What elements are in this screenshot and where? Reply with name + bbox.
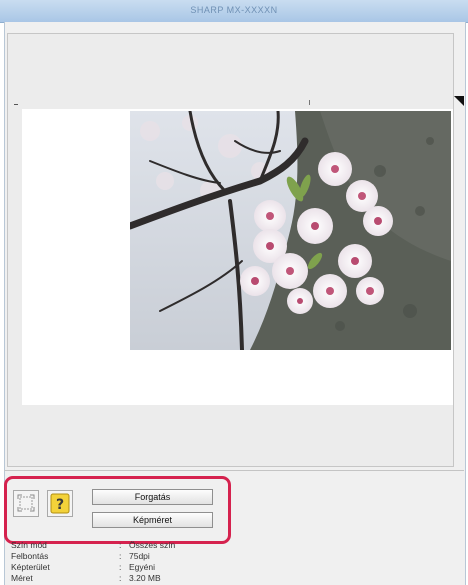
title-bar: SHARP MX-XXXXN [0, 0, 468, 23]
crop-button[interactable] [13, 490, 39, 517]
info-separator: : [119, 573, 122, 583]
window-title: SHARP MX-XXXXN [190, 5, 278, 15]
info-value: 3.20 MB [129, 573, 161, 583]
info-separator: : [119, 551, 122, 561]
info-row-image-area: Képterület : Egyéni [11, 562, 211, 573]
ruler-tick [309, 100, 310, 105]
resize-handle-icon[interactable] [454, 96, 464, 106]
info-value: 75dpi [129, 551, 150, 561]
info-label: Méret [11, 573, 33, 583]
info-row-color-mode: Szín mód : Összes szín [11, 540, 211, 551]
help-icon: ? [50, 493, 70, 514]
help-button[interactable]: ? [47, 490, 73, 517]
preview-image[interactable] [130, 111, 451, 350]
highlighted-controls: ? Forgatás Képméret [4, 476, 231, 544]
info-label: Szín mód [11, 540, 47, 550]
info-row-resolution: Felbontás : 75dpi [11, 551, 211, 562]
info-label: Képterület [11, 562, 50, 572]
svg-text:?: ? [56, 497, 64, 513]
image-size-button[interactable]: Képméret [92, 512, 213, 528]
crop-icon [17, 494, 35, 512]
info-separator: : [119, 562, 122, 572]
info-separator: : [119, 540, 122, 550]
info-label: Felbontás [11, 551, 49, 561]
divider [4, 470, 464, 471]
rotate-button[interactable]: Forgatás [92, 489, 213, 505]
info-value: Összes szín [129, 540, 176, 550]
info-value: Egyéni [129, 562, 155, 572]
info-row-size: Méret : 3.20 MB [11, 573, 211, 584]
scan-info: Szín mód : Összes szín Felbontás : 75dpi… [11, 540, 211, 584]
ruler-tick [14, 104, 18, 105]
